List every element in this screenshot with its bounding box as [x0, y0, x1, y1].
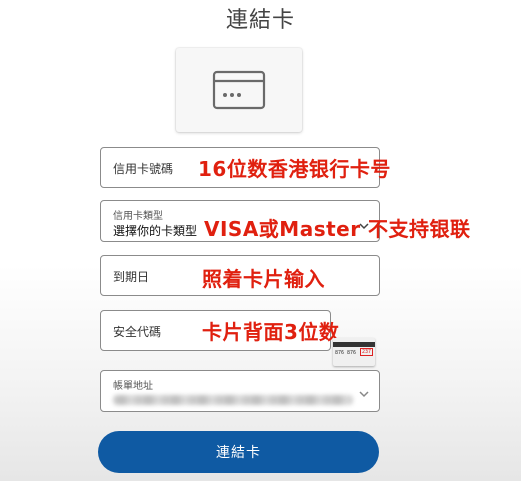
cvv-hint-digits: 876 876: [335, 350, 357, 356]
cvv-hint-card: 876 876 237: [333, 338, 375, 366]
link-card-button[interactable]: 連結卡: [98, 431, 379, 473]
billing-address-label: 帳單地址: [113, 381, 153, 392]
chevron-down-icon: [359, 391, 369, 398]
page-title: 連結卡: [225, 8, 295, 33]
card-type-label: 信用卡類型: [113, 211, 163, 222]
card-number-label: 信用卡號碼: [113, 162, 174, 176]
card-stripe: [333, 342, 375, 347]
cvv-hint-code: 237: [360, 348, 373, 356]
card-type-value: 選擇你的卡類型: [113, 224, 198, 238]
expiry-annotation: 照着卡片输入: [202, 267, 325, 291]
card-type-annotation: VISA或Master 不支持银联: [204, 217, 471, 241]
billing-address-select[interactable]: 帳單地址: [100, 370, 380, 412]
card-number-annotation: 16位数香港银行卡号: [198, 157, 391, 181]
credit-card-icon: [212, 70, 266, 110]
billing-address-blurred-value: [113, 395, 353, 405]
expiry-label: 到期日: [113, 270, 150, 284]
security-code-label: 安全代碼: [113, 325, 162, 339]
security-code-annotation: 卡片背面3位数: [202, 320, 340, 344]
card-tile: [176, 48, 302, 132]
